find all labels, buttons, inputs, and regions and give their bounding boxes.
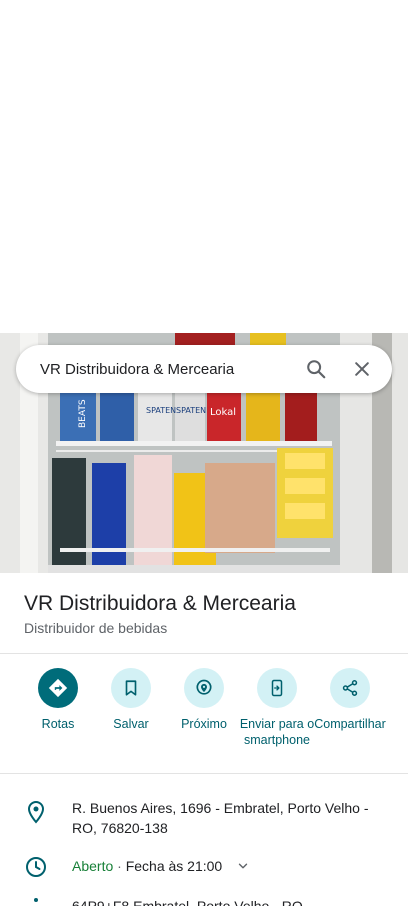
send-to-phone-circle bbox=[257, 668, 297, 708]
map-area-blank bbox=[0, 0, 408, 333]
nearby-icon bbox=[196, 679, 212, 695]
hours-separator: · bbox=[117, 858, 122, 874]
hours-detail: Fecha às 21:00 bbox=[125, 858, 223, 874]
hours-status: Aberto bbox=[72, 858, 114, 874]
close-button[interactable] bbox=[342, 349, 382, 389]
nearby-button[interactable]: Próximo bbox=[164, 668, 244, 732]
clock-icon bbox=[26, 857, 46, 877]
directions-button[interactable]: Rotas bbox=[18, 668, 98, 732]
chevron-down-icon[interactable] bbox=[236, 859, 250, 873]
place-header: VR Distribuidora & Mercearia Distribuido… bbox=[24, 590, 394, 636]
send-to-phone-button[interactable]: Enviar para o smartphone bbox=[237, 668, 317, 748]
action-bar: Rotas Salvar Próximo Enviar para o smart… bbox=[0, 668, 408, 768]
svg-text:BEATS: BEATS bbox=[78, 399, 88, 428]
hours-text: Aberto · Fecha às 21:00 bbox=[72, 856, 382, 876]
address-row[interactable]: R. Buenos Aires, 1696 - Embratel, Porto … bbox=[0, 798, 408, 842]
hours-row[interactable]: Aberto · Fecha às 21:00 bbox=[0, 856, 408, 880]
send-to-phone-label: Enviar para o smartphone bbox=[239, 717, 315, 747]
share-circle bbox=[330, 668, 370, 708]
share-icon bbox=[342, 680, 358, 696]
search-query[interactable]: VR Distribuidora & Mercearia bbox=[40, 361, 290, 378]
save-label: Salvar bbox=[113, 717, 149, 731]
search-button[interactable] bbox=[296, 349, 336, 389]
share-label: Compartilhar bbox=[314, 717, 386, 731]
nearby-label: Próximo bbox=[181, 717, 227, 731]
svg-text:Lokal: Lokal bbox=[210, 407, 236, 418]
address-text: R. Buenos Aires, 1696 - Embratel, Porto … bbox=[72, 800, 369, 836]
directions-label: Rotas bbox=[41, 717, 75, 731]
divider bbox=[0, 653, 408, 654]
search-icon bbox=[307, 360, 326, 379]
location-pin-icon bbox=[27, 800, 45, 824]
plus-code-text: 64P9+F8 Embratel, Porto Velho - RO bbox=[72, 898, 303, 906]
plus-code-icon bbox=[34, 898, 38, 902]
close-icon bbox=[355, 362, 369, 376]
search-bar[interactable]: VR Distribuidora & Mercearia bbox=[16, 345, 392, 393]
svg-text:SPATEN: SPATEN bbox=[146, 406, 176, 415]
divider bbox=[0, 773, 408, 774]
share-button[interactable]: Compartilhar bbox=[310, 668, 390, 732]
plus-code-row[interactable]: 64P9+F8 Embratel, Porto Velho - RO bbox=[0, 896, 408, 906]
save-circle bbox=[111, 668, 151, 708]
place-title: VR Distribuidora & Mercearia bbox=[24, 592, 296, 615]
save-button[interactable]: Salvar bbox=[91, 668, 171, 732]
directions-circle bbox=[38, 668, 78, 708]
nearby-circle bbox=[184, 668, 224, 708]
directions-icon bbox=[48, 678, 68, 698]
send-to-phone-icon bbox=[271, 679, 283, 697]
bookmark-icon bbox=[125, 680, 137, 696]
place-category[interactable]: Distribuidor de bebidas bbox=[24, 620, 394, 636]
svg-text:SPATEN: SPATEN bbox=[176, 406, 206, 415]
